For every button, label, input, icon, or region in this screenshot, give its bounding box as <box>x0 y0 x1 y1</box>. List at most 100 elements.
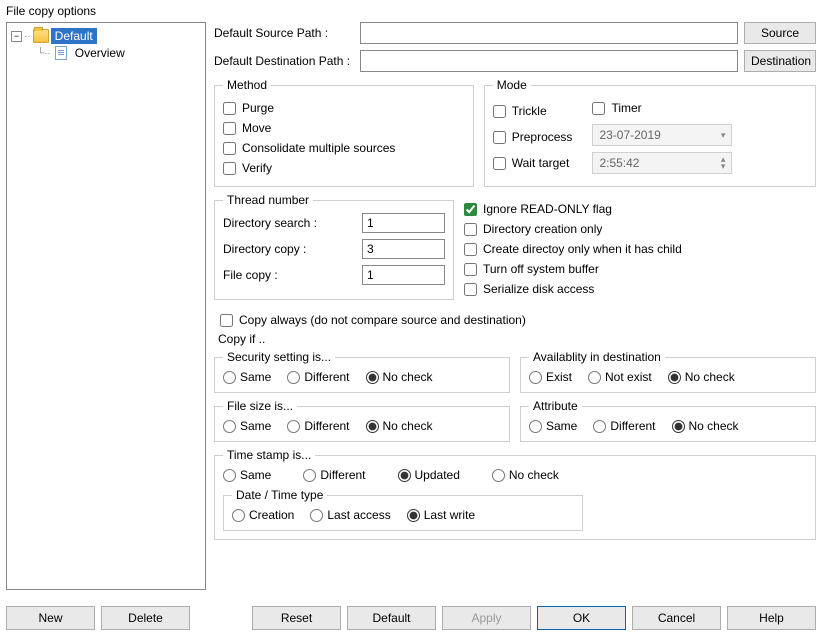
consolidate-label: Consolidate multiple sources <box>242 141 395 155</box>
timer-label: Timer <box>611 101 641 115</box>
sysbuf-label: Turn off system buffer <box>483 262 599 276</box>
dt-lastaccess-radio[interactable] <box>310 509 323 522</box>
dir-creation-only-checkbox[interactable] <box>464 223 477 236</box>
timer-time-picker[interactable]: 2:55:42 ▴▾ <box>592 152 732 174</box>
availability-group: Availablity in destination Exist Not exi… <box>520 350 816 393</box>
file-copy-label: File copy : <box>223 268 333 282</box>
copy-always-checkbox[interactable] <box>220 314 233 327</box>
method-legend: Method <box>223 78 271 92</box>
avail-nocheck-radio[interactable] <box>668 371 681 384</box>
folder-icon <box>33 29 49 43</box>
dt-lastwrite-radio[interactable] <box>407 509 420 522</box>
thread-group: Thread number Directory search : Directo… <box>214 193 454 300</box>
tree-panel: − ·· Default └·· Overview <box>6 22 206 590</box>
delete-button[interactable]: Delete <box>101 606 190 630</box>
trickle-label: Trickle <box>512 104 547 118</box>
filesize-same-radio[interactable] <box>223 420 236 433</box>
dir-search-label: Directory search : <box>223 216 333 230</box>
ts-updated-radio[interactable] <box>398 469 411 482</box>
avail-exist-radio[interactable] <box>529 371 542 384</box>
filesize-different-radio[interactable] <box>287 420 300 433</box>
chevron-down-icon: ▾ <box>721 130 726 141</box>
ignore-readonly-checkbox[interactable] <box>464 203 477 216</box>
security-legend: Security setting is... <box>223 350 335 364</box>
move-label: Move <box>242 121 271 135</box>
dt-creation-radio[interactable] <box>232 509 245 522</box>
security-group: Security setting is... Same Different No… <box>214 350 510 393</box>
dest-path-input[interactable] <box>360 50 738 72</box>
source-path-input[interactable] <box>360 22 738 44</box>
timestamp-legend: Time stamp is... <box>223 448 315 462</box>
move-checkbox[interactable] <box>223 122 236 135</box>
tree-collapse-icon[interactable]: − <box>11 31 22 42</box>
mode-legend: Mode <box>493 78 531 92</box>
source-browse-button[interactable]: Source <box>744 22 816 44</box>
purge-checkbox[interactable] <box>223 102 236 115</box>
reset-button[interactable]: Reset <box>252 606 341 630</box>
consolidate-checkbox[interactable] <box>223 142 236 155</box>
new-button[interactable]: New <box>6 606 95 630</box>
window-title: File copy options <box>0 0 822 22</box>
security-same-radio[interactable] <box>223 371 236 384</box>
verify-label: Verify <box>242 161 272 175</box>
ts-same-radio[interactable] <box>223 469 236 482</box>
dir-child-checkbox[interactable] <box>464 243 477 256</box>
ts-nocheck-radio[interactable] <box>492 469 505 482</box>
preprocess-checkbox[interactable] <box>493 131 506 144</box>
datetime-legend: Date / Time type <box>232 488 327 502</box>
serialize-label: Serialize disk access <box>483 282 594 296</box>
copy-always-label: Copy always (do not compare source and d… <box>239 313 526 327</box>
filesize-nocheck-radio[interactable] <box>366 420 379 433</box>
dest-browse-button[interactable]: Destination <box>744 50 816 72</box>
availability-legend: Availablity in destination <box>529 350 665 364</box>
datetime-group: Date / Time type Creation Last access La… <box>223 488 583 531</box>
sysbuf-checkbox[interactable] <box>464 263 477 276</box>
timestamp-group: Time stamp is... Same Different Updated … <box>214 448 816 540</box>
help-button[interactable]: Help <box>727 606 816 630</box>
attribute-legend: Attribute <box>529 399 582 413</box>
ok-button[interactable]: OK <box>537 606 626 630</box>
default-button[interactable]: Default <box>347 606 436 630</box>
security-nocheck-radio[interactable] <box>366 371 379 384</box>
preprocess-label: Preprocess <box>512 130 573 144</box>
serialize-checkbox[interactable] <box>464 283 477 296</box>
dir-search-input[interactable] <box>362 213 445 233</box>
dir-child-label: Create directoy only when it has child <box>483 242 682 256</box>
dir-copy-label: Directory copy : <box>223 242 333 256</box>
attribute-group: Attribute Same Different No check <box>520 399 816 442</box>
timer-date-value: 23-07-2019 <box>599 128 660 142</box>
file-copy-input[interactable] <box>362 265 445 285</box>
trickle-checkbox[interactable] <box>493 105 506 118</box>
timer-time-value: 2:55:42 <box>599 156 639 170</box>
attr-nocheck-radio[interactable] <box>672 420 685 433</box>
wait-target-label: Wait target <box>512 156 570 170</box>
spinner-icon: ▴▾ <box>721 156 726 170</box>
security-different-radio[interactable] <box>287 371 300 384</box>
tree-node-overview[interactable]: Overview <box>71 45 129 61</box>
ts-different-radio[interactable] <box>303 469 316 482</box>
copy-if-label: Copy if .. <box>218 332 816 346</box>
filesize-legend: File size is... <box>223 399 297 413</box>
wait-target-checkbox[interactable] <box>493 157 506 170</box>
tree-connector: └·· <box>37 48 51 59</box>
purge-label: Purge <box>242 101 274 115</box>
verify-checkbox[interactable] <box>223 162 236 175</box>
timer-checkbox[interactable] <box>592 102 605 115</box>
attr-different-radio[interactable] <box>593 420 606 433</box>
filesize-group: File size is... Same Different No check <box>214 399 510 442</box>
mode-group: Mode Trickle Preprocess Wait target Time… <box>484 78 816 187</box>
cancel-button[interactable]: Cancel <box>632 606 721 630</box>
method-group: Method Purge Move Consolidate multiple s… <box>214 78 474 187</box>
ignore-readonly-label: Ignore READ-ONLY flag <box>483 202 612 216</box>
thread-legend: Thread number <box>223 193 313 207</box>
source-path-label: Default Source Path : <box>214 26 354 40</box>
attr-same-radio[interactable] <box>529 420 542 433</box>
apply-button: Apply <box>442 606 531 630</box>
dir-copy-input[interactable] <box>362 239 445 259</box>
timer-date-picker[interactable]: 23-07-2019 ▾ <box>592 124 732 146</box>
dir-creation-only-label: Directory creation only <box>483 222 602 236</box>
tree-node-default[interactable]: Default <box>51 28 97 44</box>
tree-connector: ·· <box>24 31 31 42</box>
dest-path-label: Default Destination Path : <box>214 54 354 68</box>
avail-notexist-radio[interactable] <box>588 371 601 384</box>
